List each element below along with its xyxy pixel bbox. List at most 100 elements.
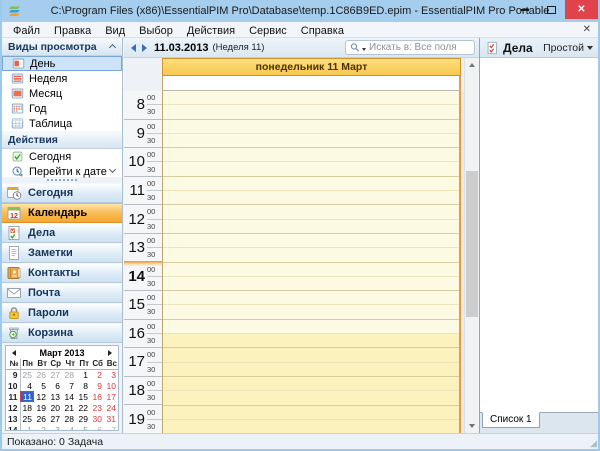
time-slot[interactable]	[163, 334, 459, 348]
mini-calendar-day[interactable]: 2	[90, 369, 104, 380]
close-button[interactable]: ✕	[565, 0, 598, 19]
mini-calendar-day[interactable]: 26	[34, 413, 48, 424]
nav-item-notes[interactable]: Заметки	[2, 243, 122, 263]
mini-calendar-day[interactable]: 10	[104, 380, 118, 391]
scrollbar-thumb[interactable]	[466, 171, 478, 317]
mini-calendar-day[interactable]: 1	[20, 424, 34, 431]
mini-calendar-day[interactable]: 5	[76, 424, 90, 431]
time-slot[interactable]	[163, 363, 459, 377]
menu-item-0[interactable]: Файл	[6, 25, 47, 37]
mini-calendar-day[interactable]: 24	[104, 402, 118, 413]
time-slot[interactable]	[163, 305, 459, 319]
mini-calendar-day[interactable]: 13	[48, 391, 62, 402]
tasks-list-area[interactable]	[480, 58, 598, 413]
mini-calendar-day[interactable]: 22	[76, 402, 90, 413]
scrollbar-up-button[interactable]	[465, 58, 479, 72]
mini-calendar-day[interactable]: 27	[48, 369, 62, 380]
mini-calendar-day[interactable]: 18	[20, 402, 34, 413]
mini-calendar-day[interactable]: 16	[90, 391, 104, 402]
calendar-scrollbar[interactable]	[464, 58, 479, 433]
time-slot[interactable]	[163, 291, 459, 305]
mini-calendar-day[interactable]: 12	[34, 391, 48, 402]
minimize-button[interactable]	[511, 0, 538, 19]
mini-calendar-day[interactable]: 23	[90, 402, 104, 413]
time-slot[interactable]	[163, 120, 459, 134]
time-slot[interactable]	[163, 91, 459, 105]
nav-item-contacts[interactable]: Контакты	[2, 263, 122, 283]
views-panel-header[interactable]: Виды просмотра	[2, 38, 122, 56]
mini-calendar-day[interactable]: 7	[62, 380, 76, 391]
mini-calendar-day[interactable]: 21	[62, 402, 76, 413]
action-item-today[interactable]: Сегодня	[2, 149, 122, 164]
time-slot[interactable]	[163, 406, 459, 420]
menu-item-2[interactable]: Вид	[98, 25, 132, 37]
mini-calendar-day[interactable]: 17	[104, 391, 118, 402]
time-slot[interactable]	[163, 191, 459, 205]
mini-calendar-day[interactable]: 6	[48, 380, 62, 391]
time-slot[interactable]	[163, 234, 459, 248]
mini-calendar-day[interactable]: 3	[104, 369, 118, 380]
mini-calendar-day[interactable]: 14	[62, 391, 76, 402]
nav-item-today[interactable]: Сегодня	[2, 183, 122, 203]
nav-item-passwords[interactable]: Пароли	[2, 303, 122, 323]
mini-calendar-day[interactable]: 1	[76, 369, 90, 380]
mini-calendar-day[interactable]: 20	[48, 402, 62, 413]
mini-calendar-day[interactable]: 28	[62, 413, 76, 424]
scrollbar-track[interactable]	[465, 72, 479, 419]
mini-calendar-day[interactable]: 3	[48, 424, 62, 431]
mini-calendar-day[interactable]: 26	[34, 369, 48, 380]
view-item-table[interactable]: Таблица	[2, 116, 122, 131]
next-day-icon[interactable]	[142, 44, 147, 52]
mini-calendar-day[interactable]: 6	[90, 424, 104, 431]
scroll-up-icon[interactable]	[109, 44, 116, 51]
time-slot[interactable]	[163, 420, 459, 433]
time-slot[interactable]	[163, 377, 459, 391]
prev-month-icon[interactable]	[12, 350, 16, 356]
time-slot[interactable]	[163, 205, 459, 219]
scrollbar-down-button[interactable]	[465, 419, 479, 433]
time-slot[interactable]	[163, 177, 459, 191]
menu-item-5[interactable]: Сервис	[242, 25, 294, 37]
menu-item-6[interactable]: Справка	[294, 25, 351, 37]
mini-calendar-day[interactable]: 11	[20, 391, 34, 402]
mini-calendar-day[interactable]: 7	[104, 424, 118, 431]
time-slot[interactable]	[163, 277, 459, 291]
search-input[interactable]	[369, 42, 471, 53]
resize-grip[interactable]: ◢	[590, 438, 597, 449]
time-slot[interactable]	[163, 248, 459, 262]
view-item-day[interactable]: День	[2, 56, 122, 71]
time-slot[interactable]	[163, 162, 459, 176]
mini-calendar-day[interactable]: 25	[20, 369, 34, 380]
time-slot[interactable]	[163, 263, 459, 277]
time-slot[interactable]	[163, 105, 459, 119]
actions-panel-header[interactable]: Действия	[2, 131, 122, 149]
mini-calendar-day[interactable]: 31	[104, 413, 118, 424]
mini-calendar-day[interactable]: 5	[34, 380, 48, 391]
view-item-month[interactable]: Месяц	[2, 86, 122, 101]
mini-calendar-day[interactable]: 9	[90, 380, 104, 391]
mini-calendar-day[interactable]: 27	[48, 413, 62, 424]
mini-calendar-day[interactable]: 30	[90, 413, 104, 424]
maximize-button[interactable]	[538, 0, 565, 19]
search-options-icon[interactable]	[362, 48, 366, 51]
mini-calendar-day[interactable]: 29	[76, 413, 90, 424]
menu-close-icon[interactable]: ✕	[583, 24, 591, 35]
mini-calendar-day[interactable]: 25	[20, 413, 34, 424]
tab-list-1[interactable]: Список 1	[482, 412, 540, 428]
next-month-icon[interactable]	[108, 350, 112, 356]
all-day-row[interactable]	[162, 76, 461, 91]
nav-item-mail[interactable]: Почта	[2, 283, 122, 303]
nav-item-tasks[interactable]: Дела	[2, 223, 122, 243]
menu-item-4[interactable]: Действия	[180, 25, 242, 37]
time-slot[interactable]	[163, 220, 459, 234]
mini-calendar-day[interactable]: 2	[34, 424, 48, 431]
mini-calendar-day[interactable]: 4	[20, 380, 34, 391]
action-item-goto-date[interactable]: Перейти к дате	[2, 164, 122, 179]
time-slot[interactable]	[163, 391, 459, 405]
tasks-view-mode-dropdown[interactable]: Простой	[543, 42, 593, 54]
view-item-week[interactable]: Неделя	[2, 71, 122, 86]
menu-item-1[interactable]: Правка	[47, 25, 98, 37]
mini-calendar-day[interactable]: 15	[76, 391, 90, 402]
time-slot[interactable]	[163, 148, 459, 162]
mini-calendar-day[interactable]: 4	[62, 424, 76, 431]
